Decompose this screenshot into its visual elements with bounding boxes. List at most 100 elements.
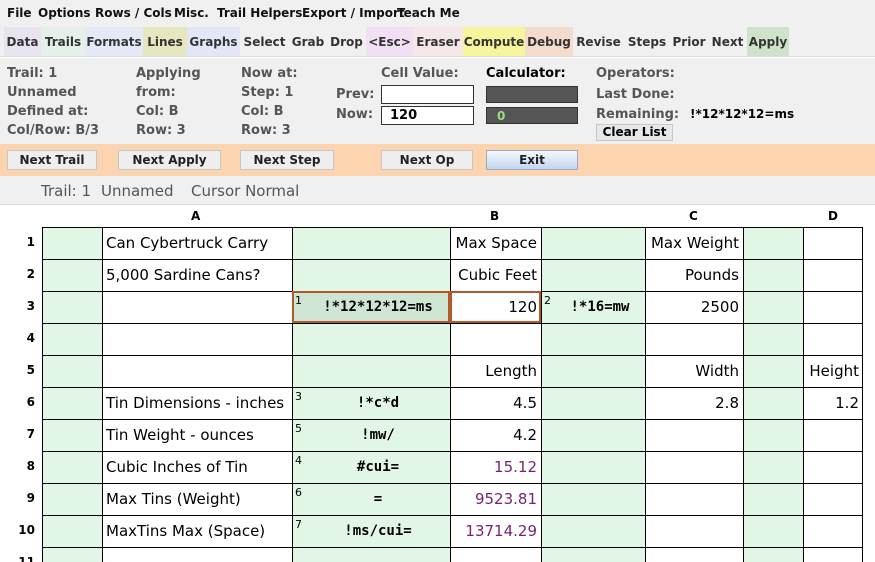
cell-b8[interactable]: 15.12 (450, 451, 537, 483)
info-now-step: Step: 1 (241, 85, 294, 100)
operators-label: Operators: (596, 66, 675, 81)
cell-b2[interactable]: Cubic Feet (450, 259, 537, 291)
row-header[interactable]: 8 (0, 459, 42, 473)
step-number: 7 (295, 518, 302, 531)
status-trail: Trail: 1 (41, 182, 92, 200)
now-value-field[interactable]: 120 (381, 106, 474, 125)
menu-export-import[interactable]: Export / Import (302, 6, 405, 20)
tool-apply[interactable]: Apply (747, 27, 789, 56)
column-header-b[interactable]: B (490, 209, 499, 223)
tool-debug[interactable]: Debug (525, 27, 573, 56)
last-done-label: Last Done: (596, 87, 675, 102)
tool-data[interactable]: Data (4, 27, 41, 56)
tool-trails[interactable]: Trails (41, 27, 85, 56)
next-apply-button[interactable]: Next Apply (118, 150, 221, 170)
cell-c5[interactable]: Width (645, 355, 739, 387)
tool-formats[interactable]: Formats (85, 27, 143, 56)
tool-grab[interactable]: Grab (289, 27, 327, 56)
cell-c1[interactable]: Max Weight (645, 227, 739, 259)
cell-b3[interactable]: 120 (450, 291, 537, 323)
menu-file[interactable]: File (7, 6, 32, 20)
row-header[interactable]: 2 (0, 267, 42, 281)
tool-select[interactable]: Select (240, 27, 289, 56)
menu-misc[interactable]: Misc. (174, 6, 209, 20)
cell-a8[interactable]: Cubic Inches of Tin (106, 451, 248, 483)
row-header[interactable]: 3 (0, 299, 42, 313)
prev-label: Prev: (336, 87, 375, 102)
clear-list-button[interactable]: Clear List (596, 124, 673, 141)
column-header-a[interactable]: A (191, 209, 200, 223)
tool-esc[interactable]: <Esc> (366, 27, 413, 56)
step-number: 2 (544, 294, 551, 307)
row-header[interactable]: 7 (0, 427, 42, 441)
menu-trail-helpers[interactable]: Trail Helpers (217, 6, 302, 20)
tool-compute[interactable]: Compute (463, 27, 525, 56)
info-apply-row: Row: 3 (136, 123, 186, 138)
grid-line (42, 227, 43, 562)
menu-rows-cols[interactable]: Rows / Cols (95, 6, 172, 20)
cell-b1[interactable]: Max Space (450, 227, 538, 259)
formula-b8[interactable]: #cui= (308, 451, 448, 483)
row-header[interactable]: 10 (0, 523, 42, 537)
menu-teach-me[interactable]: Teach Me (397, 6, 460, 20)
info-col-row: Col/Row: B/3 (7, 123, 100, 138)
exit-button[interactable]: Exit (486, 150, 578, 170)
cell-a2[interactable]: 5,000 Sardine Cans? (106, 259, 260, 291)
calculator-display-bottom: 0 (486, 107, 578, 124)
cell-value-label: Cell Value: (381, 66, 459, 81)
cell-d5[interactable]: Height (803, 355, 859, 387)
cell-b5[interactable]: Length (450, 355, 537, 387)
prev-value-field[interactable] (381, 85, 474, 104)
tool-lines[interactable]: Lines (143, 27, 187, 56)
column-header-c[interactable]: C (689, 209, 698, 223)
navigation-button-row: Next Trail Next Apply Next Step Next Op … (0, 144, 875, 176)
grid-line (102, 227, 103, 562)
tool-prior[interactable]: Prior (670, 27, 708, 56)
cell-b10[interactable]: 13714.29 (450, 515, 537, 547)
column-header-d[interactable]: D (828, 209, 838, 223)
formula-b10[interactable]: !ms/cui= (308, 515, 448, 547)
row-header[interactable]: 9 (0, 491, 42, 505)
row-header[interactable]: 6 (0, 395, 42, 409)
step-number: 4 (295, 454, 302, 467)
tool-drop[interactable]: Drop (327, 27, 366, 56)
cell-c2[interactable]: Pounds (645, 259, 739, 291)
row-header[interactable]: 5 (0, 363, 42, 377)
row-header[interactable]: 1 (0, 235, 42, 249)
tool-steps[interactable]: Steps (624, 27, 670, 56)
step-number: 1 (295, 294, 302, 307)
row-header[interactable]: 4 (0, 331, 42, 345)
grid-line (541, 227, 542, 562)
cell-a9[interactable]: Max Tins (Weight) (106, 483, 241, 515)
cell-a10[interactable]: MaxTins Max (Space) (106, 515, 265, 547)
formula-b9[interactable]: = (308, 483, 448, 515)
formula-c3[interactable]: !*16=mw (556, 291, 644, 323)
remaining-value: !*12*12*12=ms (690, 107, 795, 121)
next-op-button[interactable]: Next Op (381, 150, 473, 170)
tool-next[interactable]: Next (708, 27, 747, 56)
now-label: Now: (336, 107, 374, 122)
formula-b3[interactable]: !*12*12*12=ms (308, 291, 448, 323)
tool-graphs[interactable]: Graphs (187, 27, 240, 56)
calculator-display-top (486, 86, 578, 103)
cell-d6[interactable]: 1.2 (803, 387, 859, 419)
row-header[interactable]: 11 (0, 555, 42, 562)
menu-options[interactable]: Options (38, 6, 91, 20)
tool-revise[interactable]: Revise (573, 27, 624, 56)
cell-a6[interactable]: Tin Dimensions - inches (106, 387, 284, 419)
cell-a7[interactable]: Tin Weight - ounces (106, 419, 254, 451)
cell-b7[interactable]: 4.2 (450, 419, 537, 451)
status-cursor: Cursor Normal (191, 182, 300, 200)
next-trail-button[interactable]: Next Trail (7, 150, 97, 170)
cell-a1[interactable]: Can Cybertruck Carry (106, 227, 268, 259)
step-number: 6 (295, 486, 302, 499)
formula-b7[interactable]: !mw/ (308, 419, 448, 451)
cell-b6[interactable]: 4.5 (450, 387, 537, 419)
next-step-button[interactable]: Next Step (240, 150, 334, 170)
cell-c3[interactable]: 2500 (645, 291, 739, 323)
cell-c6[interactable]: 2.8 (645, 387, 739, 419)
cell-b9[interactable]: 9523.81 (450, 483, 537, 515)
formula-b6[interactable]: !*c*d (308, 387, 448, 419)
spacer-column (743, 227, 803, 562)
tool-eraser[interactable]: Eraser (413, 27, 463, 56)
